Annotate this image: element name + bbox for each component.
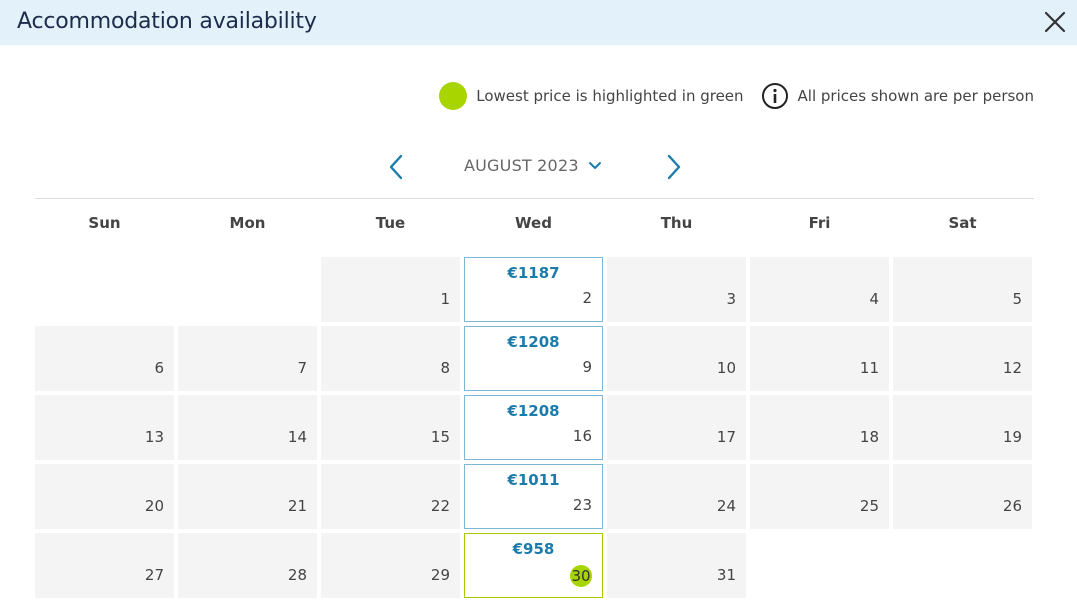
day-number: 9 [582, 358, 592, 376]
calendar-day-6: 6 [35, 326, 174, 391]
day-number: 31 [716, 566, 736, 584]
day-number: 11 [859, 359, 879, 377]
day-number: 23 [572, 496, 592, 514]
day-number: 29 [430, 566, 450, 584]
day-number: 20 [144, 497, 164, 515]
chevron-right-icon [667, 154, 681, 180]
day-number: 28 [287, 566, 307, 584]
close-icon [1044, 11, 1066, 33]
weekday-fri: Fri [808, 214, 831, 232]
day-number: 8 [440, 359, 450, 377]
calendar-day-22: 22 [321, 464, 460, 529]
legend-lowest-text: Lowest price is highlighted in green [476, 87, 744, 105]
day-number: 14 [287, 428, 307, 446]
day-number: 13 [144, 428, 164, 446]
day-number: 3 [726, 290, 736, 308]
legend: Lowest price is highlighted in green All… [439, 82, 1034, 110]
day-number: 30 [570, 565, 592, 587]
next-month-button[interactable] [660, 150, 688, 184]
legend-info-text: All prices shown are per person [797, 87, 1034, 105]
day-number: 2 [582, 289, 592, 307]
calendar-day-8: 8 [321, 326, 460, 391]
calendar-divider [35, 198, 1034, 199]
day-number: 21 [287, 497, 307, 515]
chevron-down-icon [588, 161, 601, 169]
previous-month-button[interactable] [382, 150, 410, 184]
calendar-day-25: 25 [750, 464, 889, 529]
calendar-day-30[interactable]: €958 30 [464, 533, 603, 598]
calendar-day-20: 20 [35, 464, 174, 529]
calendar-day-15: 15 [321, 395, 460, 460]
calendar-day-18: 18 [750, 395, 889, 460]
day-price: €1208 [507, 402, 560, 420]
day-price: €1208 [507, 333, 560, 351]
calendar-day-24: 24 [607, 464, 746, 529]
day-price: €1011 [507, 471, 560, 489]
weekday-tue: Tue [375, 214, 406, 232]
calendar-day-13: 13 [35, 395, 174, 460]
calendar-day-14: 14 [178, 395, 317, 460]
dialog-header: Accommodation availability [0, 0, 1077, 45]
info-circle-icon [761, 83, 788, 109]
calendar-day-31: 31 [607, 533, 746, 598]
calendar-day-21: 21 [178, 464, 317, 529]
calendar-day-12: 12 [893, 326, 1032, 391]
weekday-sat: Sat [948, 214, 977, 232]
calendar-day-19: 19 [893, 395, 1032, 460]
calendar-day-28: 28 [178, 533, 317, 598]
day-number: 22 [430, 497, 450, 515]
calendar-day-26: 26 [893, 464, 1032, 529]
day-number: 25 [859, 497, 879, 515]
calendar-day-5: 5 [893, 257, 1032, 322]
day-price: €1187 [507, 264, 560, 282]
day-number: 17 [716, 428, 736, 446]
calendar-day-10: 10 [607, 326, 746, 391]
calendar-day-7: 7 [178, 326, 317, 391]
lowest-price-dot [439, 82, 468, 110]
day-number: 18 [859, 428, 879, 446]
weekday-wed: Wed [515, 214, 552, 232]
calendar-day-4: 4 [750, 257, 889, 322]
calendar-day-9[interactable]: €1208 9 [464, 326, 603, 391]
month-navigation: AUGUST 2023 [0, 150, 1077, 184]
day-number: 16 [572, 427, 592, 445]
weekday-mon: Mon [229, 214, 266, 232]
day-number: 4 [869, 290, 879, 308]
calendar-day-17: 17 [607, 395, 746, 460]
calendar-day-23[interactable]: €1011 23 [464, 464, 603, 529]
day-price: €958 [512, 540, 555, 558]
month-dropdown[interactable]: AUGUST 2023 [464, 156, 602, 175]
day-number: 24 [716, 497, 736, 515]
chevron-left-icon [389, 154, 403, 180]
dialog-title: Accommodation availability [17, 9, 317, 34]
day-number: 12 [1002, 359, 1022, 377]
calendar-day-3: 3 [607, 257, 746, 322]
weekday-sun: Sun [88, 214, 121, 232]
weekday-thu: Thu [660, 214, 693, 232]
calendar-day-11: 11 [750, 326, 889, 391]
day-number: 10 [716, 359, 736, 377]
day-number: 15 [430, 428, 450, 446]
calendar-day-2[interactable]: €1187 2 [464, 257, 603, 322]
month-label: AUGUST 2023 [464, 156, 579, 175]
day-number: 7 [297, 359, 307, 377]
day-number: 26 [1002, 497, 1022, 515]
close-button[interactable] [1043, 10, 1067, 34]
day-number: 27 [144, 566, 164, 584]
day-number: 5 [1012, 290, 1022, 308]
calendar-day-16[interactable]: €1208 16 [464, 395, 603, 460]
calendar-day-1: 1 [321, 257, 460, 322]
day-number: 1 [440, 290, 450, 308]
calendar-day-27: 27 [35, 533, 174, 598]
day-number: 19 [1002, 428, 1022, 446]
calendar-day-29: 29 [321, 533, 460, 598]
calendar-grid: 1 €1187 2 3 4 5 6 7 8 €1208 9 10 11 12 13 14 15 €1208 16 17… [35, 257, 1034, 606]
day-number: 6 [154, 359, 164, 377]
